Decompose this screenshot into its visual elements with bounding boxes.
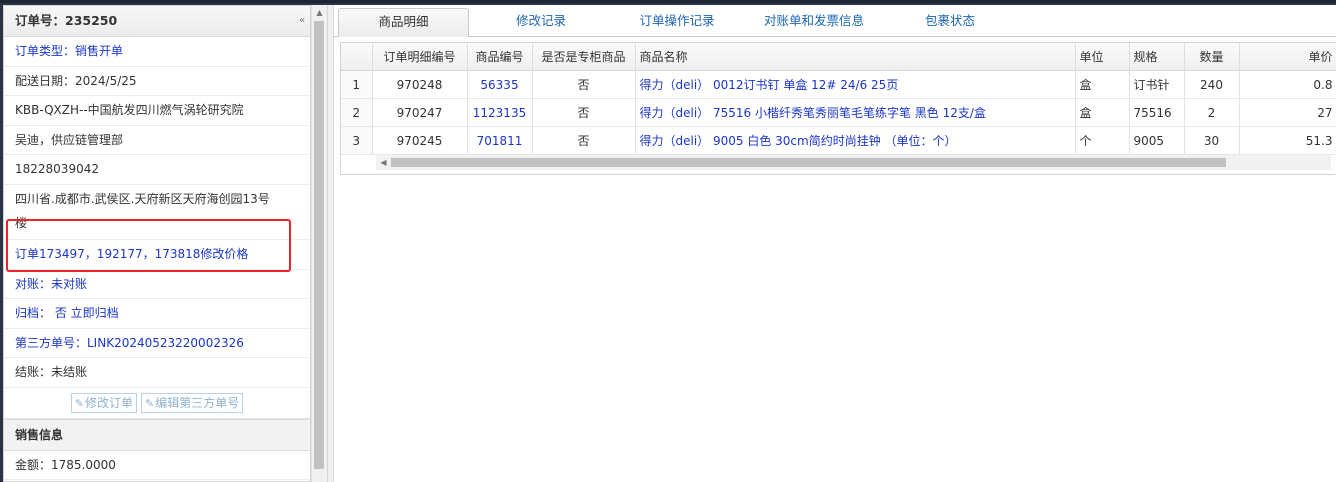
detail-id-cell: 970248 [372, 70, 468, 99]
contact-phone: 18228039042 [4, 155, 310, 185]
qty-cell: 2 [1184, 98, 1240, 127]
detail-id-cell: 970247 [372, 98, 468, 127]
item-table: 订单明细编号 商品编号 是否是专柜商品 商品名称 单位 规格 数量 单价 1 9… [341, 43, 1336, 155]
item-no-link[interactable]: 701811 [467, 126, 533, 155]
detail-tabs: 商品明细 修改记录 订单操作记录 对账单和发票信息 包裹状态 [334, 5, 1336, 37]
edit-order-button[interactable]: ✎修改订单 [70, 392, 137, 413]
counter-cell: 否 [532, 98, 636, 127]
item-no-link[interactable]: 1123135 [467, 98, 533, 127]
column-header-counter[interactable]: 是否是专柜商品 [532, 43, 636, 71]
table-header-row: 订单明细编号 商品编号 是否是专柜商品 商品名称 单位 规格 数量 单价 [341, 43, 1336, 71]
order-action-buttons: ✎修改订单 ✎编辑第三方单号 [4, 388, 310, 419]
panel-splitter[interactable] [327, 5, 334, 482]
order-number: 订单号：235250 [15, 13, 118, 28]
order-info-panel: 订单号：235250 « 订单类型：销售开单 配送日期：2024/5/25 KB… [3, 5, 311, 482]
price-cell: 27 [1239, 98, 1336, 127]
order-remark: 订单173497，192177，173818修改价格 [4, 240, 310, 270]
item-name-link[interactable]: 得力（deli） 9005 白色 30cm简约时尚挂钟 （单位：个） [635, 126, 1076, 155]
counter-cell: 否 [532, 70, 636, 99]
customer-name: KBB-QXZH--中国航发四川燃气涡轮研究院 [4, 96, 310, 126]
edit-icon: ✎ [145, 396, 155, 410]
qty-cell: 240 [1184, 70, 1240, 99]
horizontal-scrollbar-thumb[interactable] [391, 158, 1226, 167]
settlement-label: 结账： [15, 365, 52, 379]
tab-statement-invoice[interactable]: 对账单和发票信息 [749, 8, 879, 36]
row-number-header [341, 43, 373, 71]
spec-cell: 9005 [1129, 126, 1185, 155]
archive-status[interactable]: 归档： 否 立即归档 [4, 299, 310, 329]
price-cell: 0.8 [1239, 70, 1336, 99]
item-name-link[interactable]: 得力（deli） 75516 小楷纤秀笔秀丽笔毛笔练字笔 黑色 12支/盒 [635, 98, 1076, 127]
table-row[interactable]: 2 970247 1123135 否 得力（deli） 75516 小楷纤秀笔秀… [341, 98, 1336, 127]
contact-person: 吴迪，供应链管理部 [4, 126, 310, 155]
sales-amount: 金额：1785.0000 [4, 451, 310, 480]
delivery-date: 配送日期：2024/5/25 [4, 67, 310, 96]
window-top-strip [0, 0, 1336, 3]
edit-third-party-label: 编辑第三方单号 [155, 395, 240, 410]
spec-cell: 75516 [1129, 98, 1185, 127]
tab-edit-history[interactable]: 修改记录 [491, 8, 591, 36]
edit-third-party-button[interactable]: ✎编辑第三方单号 [141, 392, 244, 413]
qty-cell: 30 [1184, 126, 1240, 155]
counter-cell: 否 [532, 126, 636, 155]
sales-info-header: 销售信息 [4, 418, 310, 451]
table-row[interactable]: 3 970245 701811 否 得力（deli） 9005 白色 30cm简… [341, 126, 1336, 155]
tab-item-details[interactable]: 商品明细 [338, 8, 469, 37]
column-header-name[interactable]: 商品名称 [635, 43, 1076, 71]
address-line-2: 楼 [4, 213, 310, 240]
order-type: 订单类型：销售开单 [4, 37, 310, 67]
unit-cell: 盒 [1075, 98, 1130, 127]
row-number: 3 [341, 126, 373, 155]
column-header-item-no[interactable]: 商品编号 [467, 43, 533, 71]
edit-order-label: 修改订单 [84, 395, 133, 410]
reconcile-status: 对账：未对账 [4, 270, 310, 299]
column-header-spec[interactable]: 规格 [1129, 43, 1185, 71]
scroll-left-arrow-icon[interactable]: ◀ [376, 155, 391, 170]
row-number: 2 [341, 98, 373, 127]
item-no-link[interactable]: 56335 [467, 70, 533, 99]
table-row[interactable]: 1 970248 56335 否 得力（deli） 0012订书钉 单盒 12#… [341, 70, 1336, 99]
spec-cell: 订书针 [1129, 70, 1185, 99]
scroll-up-arrow-icon[interactable]: ▲ [312, 5, 327, 21]
tab-operation-history[interactable]: 订单操作记录 [621, 8, 733, 36]
order-detail-panel: 商品明细 修改记录 订单操作记录 对账单和发票信息 包裹状态 订单明细编号 商品… [334, 5, 1336, 482]
third-party-order-number: 第三方单号：LINK20240523220002326 [4, 329, 310, 358]
address-line-1: 四川省.成都市.武侯区.天府新区天府海创园13号 [15, 191, 270, 206]
price-cell: 51.3 [1239, 126, 1336, 155]
unit-cell: 盒 [1075, 70, 1130, 99]
left-panel-scrollbar[interactable]: ▲ [311, 5, 327, 482]
grid-horizontal-scrollbar[interactable]: ◀ [376, 155, 1331, 170]
order-number-header: 订单号：235250 « [4, 6, 310, 37]
tab-package-status[interactable]: 包裹状态 [906, 8, 994, 36]
column-header-detail-id[interactable]: 订单明细编号 [372, 43, 468, 71]
detail-id-cell: 970245 [372, 126, 468, 155]
chevron-double-left-icon[interactable]: « [292, 6, 310, 36]
column-header-price[interactable]: 单价 [1239, 43, 1336, 71]
edit-icon: ✎ [74, 396, 84, 410]
unit-cell: 个 [1075, 126, 1130, 155]
item-detail-grid: 订单明细编号 商品编号 是否是专柜商品 商品名称 单位 规格 数量 单价 1 9… [340, 42, 1336, 175]
item-name-link[interactable]: 得力（deli） 0012订书钉 单盒 12# 24/6 25页 [635, 70, 1076, 99]
scrollbar-thumb[interactable] [314, 21, 324, 469]
column-header-qty[interactable]: 数量 [1184, 43, 1240, 71]
settlement-value: 未结账 [51, 365, 88, 379]
settlement-status: 结账：未结账 [4, 358, 310, 388]
column-header-unit[interactable]: 单位 [1075, 43, 1130, 71]
row-number: 1 [341, 70, 373, 99]
